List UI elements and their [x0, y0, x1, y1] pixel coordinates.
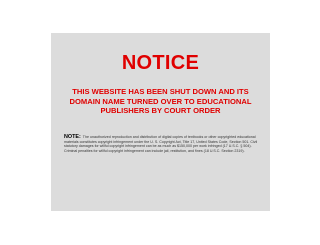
- notice-heading: NOTICE: [121, 52, 200, 74]
- legal-note: NOTE: The unauthorized reproduction and d…: [64, 134, 258, 153]
- shutdown-message: THIS WEBSITE HAS BEEN SHUT DOWN AND ITS …: [69, 87, 252, 116]
- notice-panel: NOTICE THIS WEBSITE HAS BEEN SHUT DOWN A…: [51, 33, 270, 211]
- legal-note-text: The unauthorized reproduction and distri…: [64, 135, 258, 153]
